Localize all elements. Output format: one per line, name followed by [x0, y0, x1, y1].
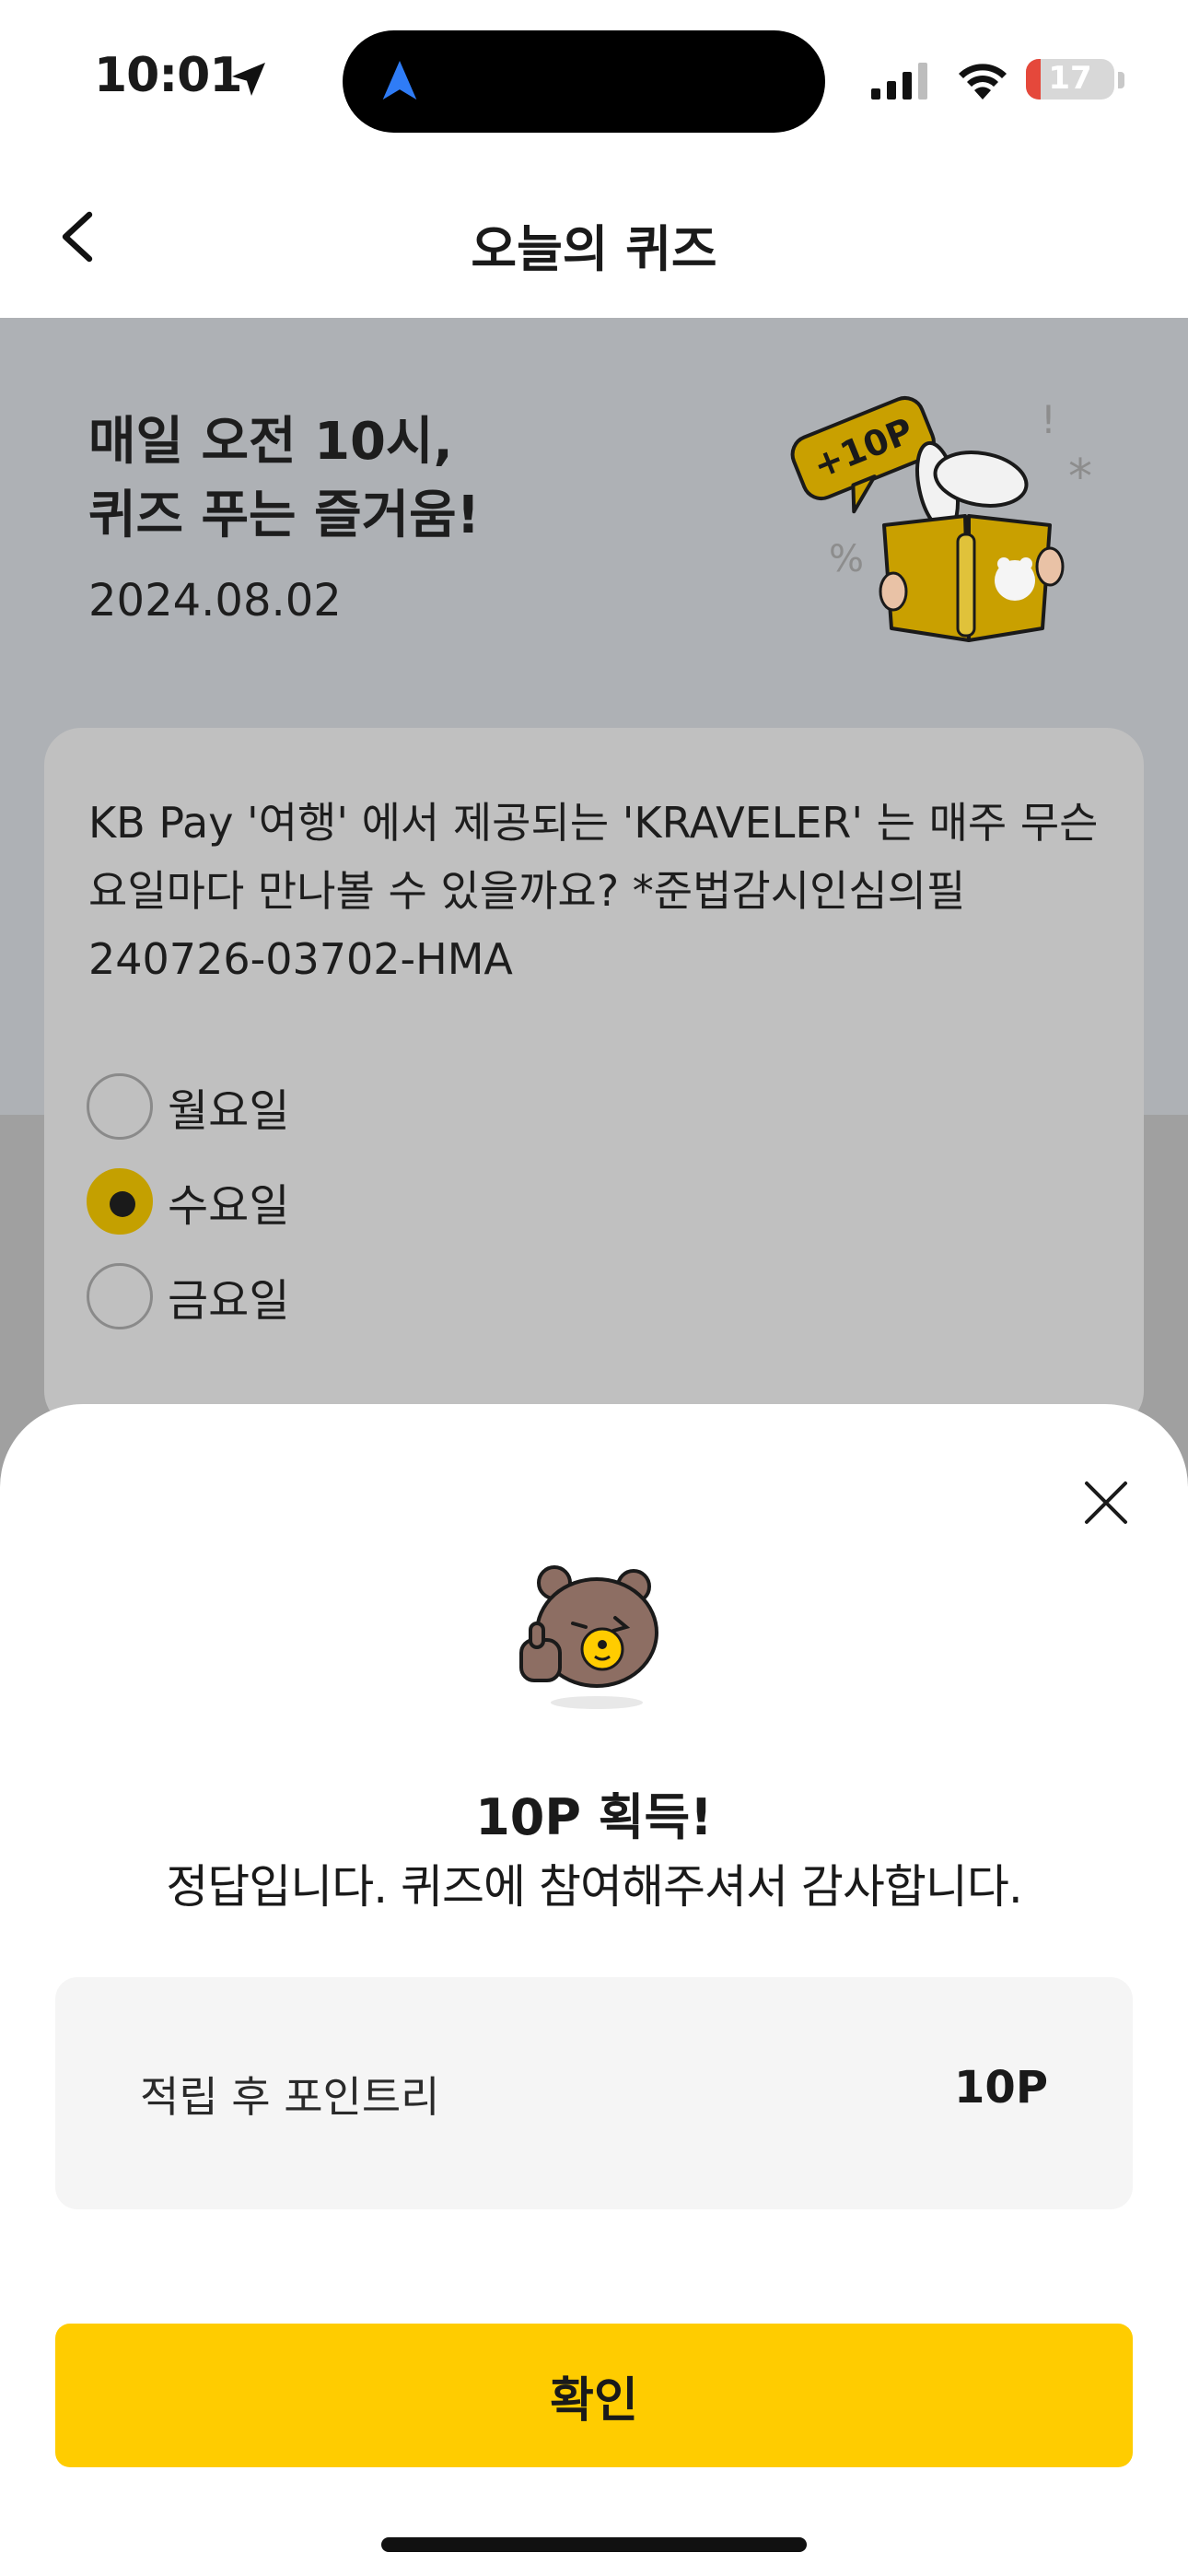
quiz-date: 2024.08.02: [88, 575, 342, 626]
reward-title: 10P 획득!: [475, 1788, 713, 1846]
battery-icon: 17: [1026, 59, 1114, 100]
bear-thumbs-up-icon: [519, 1565, 658, 1709]
wifi-icon: [959, 64, 1007, 100]
svg-text:%: %: [829, 538, 864, 580]
home-indicator[interactable]: [381, 2537, 807, 2552]
quiz-question: KB Pay '여행' 에서 제공되는 'KRAVELER' 는 매주 무슨 요…: [88, 798, 1099, 984]
battery-level: 17: [1048, 60, 1092, 97]
points-value: 10P: [954, 2062, 1048, 2113]
status-time: 10:01: [94, 48, 243, 103]
svg-text:*: *: [1068, 450, 1092, 505]
option-friday[interactable]: 금요일: [87, 1262, 289, 1330]
option-label: 월요일: [168, 1085, 290, 1137]
radio-button[interactable]: [87, 1073, 153, 1140]
hero-title: 매일 오전 10시, 퀴즈 푸는 즐거움!: [88, 405, 480, 553]
status-bar: 10:01 17: [0, 0, 1188, 157]
result-message: 정답입니다. 퀴즈에 참여해주셔서 감사합니다.: [166, 1860, 1022, 1914]
rabbit-reading-book-illustration: +10P ! * %: [790, 395, 1092, 642]
option-label: 금요일: [168, 1275, 290, 1327]
option-monday[interactable]: 월요일: [87, 1072, 289, 1141]
signal-icon: [871, 63, 927, 100]
radio-button[interactable]: [87, 1263, 153, 1329]
location-arrow-icon: [232, 63, 265, 96]
close-icon[interactable]: [1074, 1470, 1138, 1535]
hero-title-line1: 매일 오전 10시,: [88, 412, 453, 472]
confirm-button[interactable]: 확인: [55, 2324, 1133, 2467]
nav-bar: 오늘의 퀴즈: [0, 157, 1188, 318]
option-wednesday[interactable]: 수요일: [87, 1167, 289, 1235]
navigation-icon: [382, 61, 417, 100]
page-title: 오늘의 퀴즈: [471, 220, 717, 278]
radio-button-selected[interactable]: [87, 1168, 153, 1235]
points-summary: 적립 후 포인트리 10P: [55, 1977, 1133, 2209]
option-label: 수요일: [168, 1180, 290, 1232]
battery-tip: [1118, 72, 1124, 88]
points-label: 적립 후 포인트리: [140, 2072, 440, 2122]
hero-title-line2: 퀴즈 푸는 즐거움!: [88, 486, 481, 545]
svg-text:!: !: [1041, 397, 1056, 442]
